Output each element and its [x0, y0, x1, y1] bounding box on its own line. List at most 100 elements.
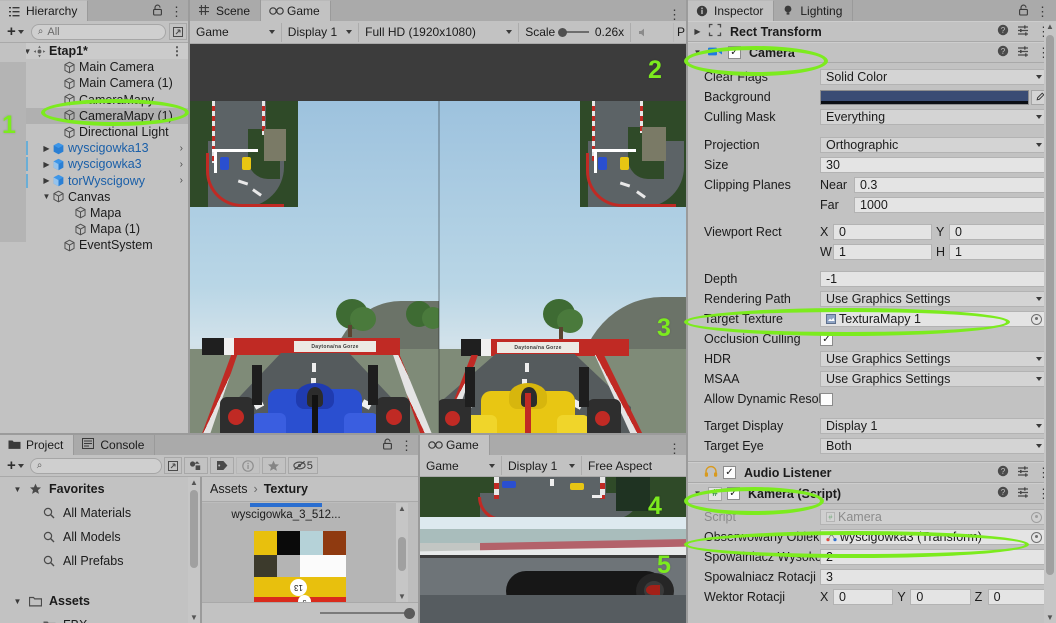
project-tree-item-favorites[interactable]: ▼ Favorites	[0, 477, 200, 501]
tab-scene[interactable]: Scene	[190, 0, 262, 21]
search-by-type-icon[interactable]	[183, 457, 208, 474]
scale-slider-track[interactable]	[558, 27, 589, 37]
game-display-dropdown[interactable]: Display 1	[282, 22, 360, 42]
breadcrumb-assets[interactable]: Assets	[210, 482, 248, 496]
size-input[interactable]: 30	[820, 157, 1048, 173]
hierarchy-item-eventsystem[interactable]: ▸ EventSystem	[0, 237, 190, 253]
inspector-scrollbar[interactable]: ▲ ▼	[1044, 21, 1056, 623]
tab-game-secondary[interactable]: Game	[420, 434, 490, 455]
clear-flags-dropdown[interactable]: Solid Color	[820, 69, 1048, 85]
divider-top-bottom[interactable]	[0, 433, 688, 435]
project-tree-item-assets[interactable]: ▼ Assets	[0, 589, 200, 613]
inspector-scrollbar-thumb[interactable]	[1046, 35, 1054, 575]
preset-icon[interactable]	[1017, 486, 1029, 501]
chevron-right-icon[interactable]: ▶	[692, 27, 703, 36]
hierarchy-item-mapa[interactable]: ▸ Mapa	[0, 205, 190, 221]
lock-icon[interactable]	[152, 4, 163, 19]
game-mute-audio-button[interactable]	[631, 22, 674, 42]
lock-icon[interactable]	[382, 438, 393, 453]
kebab-menu-icon[interactable]: ⋮	[668, 8, 681, 21]
kebab-menu-icon[interactable]: ⋮	[668, 442, 681, 455]
hierarchy-item-directional-light[interactable]: ▸ Directional Light	[0, 124, 190, 140]
tab-inspector[interactable]: Inspector	[688, 0, 775, 21]
game-secondary-viewport[interactable]	[420, 477, 688, 623]
asset-grid[interactable]: wyscigowka_3_512... 13 3 ▲ ▼	[202, 503, 408, 602]
inspector-kamera-script-header[interactable]: ▼ # ✓ Kamera (Script) ? ⋮	[688, 483, 1056, 504]
viewport-w-input[interactable]: 1	[833, 244, 932, 260]
chevron-down-icon[interactable]: ▼	[692, 48, 703, 57]
scale-slider-knob[interactable]	[558, 27, 568, 37]
lock-icon[interactable]	[1018, 4, 1029, 19]
help-icon[interactable]: ?	[997, 45, 1009, 60]
preset-icon[interactable]	[1017, 465, 1029, 480]
far-input[interactable]: 1000	[854, 197, 1048, 213]
game-scale-slider[interactable]: Scale 0.26x	[519, 22, 632, 42]
tab-game[interactable]: Game	[261, 0, 331, 21]
background-color-swatch[interactable]	[820, 89, 1029, 105]
kamera-script-enabled-checkbox[interactable]: ✓	[727, 487, 740, 500]
tab-lighting[interactable]: Lighting	[774, 0, 854, 21]
hierarchy-item-cameramapy-1[interactable]: ▸ CameraMapy (1)	[0, 107, 190, 124]
favorite-star-icon[interactable]	[261, 457, 286, 474]
occlusion-culling-checkbox[interactable]: ✓	[820, 332, 833, 346]
hdr-dropdown[interactable]: Use Graphics Settings	[820, 351, 1048, 367]
scroll-up-arrow[interactable]: ▲	[190, 478, 198, 487]
hierarchy-scene-row[interactable]: ▼ Etap1* ⋮	[0, 43, 190, 60]
project-tree-scrollbar[interactable]: ▲ ▼	[188, 477, 200, 623]
inspector-audio-listener-header[interactable]: ✓ Audio Listener ? ⋮	[688, 462, 1056, 483]
search-scope-icon[interactable]	[163, 457, 182, 474]
tab-console[interactable]: Console	[74, 434, 156, 455]
project-search-input[interactable]: ⌕	[29, 457, 162, 474]
scroll-down-arrow[interactable]: ▼	[398, 592, 406, 601]
help-icon[interactable]: ?	[997, 486, 1009, 501]
project-tree-item-fbx[interactable]: ▸FBX	[0, 613, 200, 623]
chevron-right-icon[interactable]: ▶	[41, 176, 52, 185]
target-display-dropdown[interactable]: Display 1	[820, 418, 1048, 434]
asset-zoom-slider[interactable]	[202, 602, 420, 623]
viewport-y-input[interactable]: 0	[949, 224, 1048, 240]
inspector-camera-component-header[interactable]: ▼ ✓ Camera ? ⋮	[688, 42, 1056, 63]
hidden-packages-icon[interactable]: 5	[287, 457, 318, 474]
chevron-down-icon[interactable]: ▼	[41, 192, 52, 201]
wektor-y-input[interactable]: 0	[910, 589, 971, 605]
game-secondary-display-dropdown[interactable]: Display 1	[502, 456, 582, 475]
spowalniacz-rotacji-input[interactable]: 3	[820, 569, 1048, 585]
wektor-z-input[interactable]: 0	[987, 589, 1048, 605]
create-gameobject-button[interactable]: +	[3, 23, 28, 40]
wektor-x-input[interactable]: 0	[833, 589, 894, 605]
search-filter-icon[interactable]	[169, 23, 187, 40]
kebab-menu-icon[interactable]: ⋮	[400, 439, 413, 452]
near-input[interactable]: 0.3	[854, 177, 1048, 193]
projection-dropdown[interactable]: Orthographic	[820, 137, 1048, 153]
spowalniacz-wysokosci-input[interactable]: 2	[820, 549, 1048, 565]
divider-project-game2[interactable]	[418, 434, 420, 623]
asset-thumbnail[interactable]: 13 3	[254, 531, 346, 602]
preset-icon[interactable]	[1017, 24, 1029, 39]
help-icon[interactable]: ?	[997, 24, 1009, 39]
hierarchy-item-main-camera-1[interactable]: ▸ Main Camera (1)	[0, 75, 190, 91]
asset-zoom-knob[interactable]	[404, 607, 415, 619]
viewport-h-input[interactable]: 1	[949, 244, 1048, 260]
help-icon[interactable]: ?	[997, 465, 1009, 480]
object-picker-icon[interactable]	[1031, 531, 1042, 543]
chevron-right-icon[interactable]: ▶	[41, 160, 52, 169]
scroll-up-arrow[interactable]: ▲	[398, 504, 406, 513]
project-tree-scrollbar-thumb[interactable]	[190, 490, 198, 568]
project-tree-item-all-materials[interactable]: ▸ All Materials	[0, 501, 200, 525]
tab-hierarchy[interactable]: Hierarchy	[0, 0, 89, 21]
project-tree-item-all-prefabs[interactable]: ▸ All Prefabs	[0, 549, 200, 573]
hierarchy-item-main-camera[interactable]: ▸ Main Camera	[0, 59, 190, 75]
scroll-up-arrow[interactable]: ▲	[1046, 22, 1054, 31]
viewport-x-input[interactable]: 0	[833, 224, 932, 240]
target-eye-dropdown[interactable]: Both	[820, 438, 1048, 454]
hierarchy-item-canvas[interactable]: ▼ Canvas	[0, 189, 190, 205]
game-resolution-dropdown[interactable]: Full HD (1920x1080)	[359, 22, 520, 42]
chevron-right-icon[interactable]: ▶	[41, 144, 52, 153]
hierarchy-search-input[interactable]: ⌕ All	[30, 23, 166, 40]
scroll-down-arrow[interactable]: ▼	[190, 613, 198, 622]
culling-mask-dropdown[interactable]: Everything	[820, 109, 1048, 125]
tab-project[interactable]: Project	[0, 434, 75, 455]
info-icon[interactable]	[235, 457, 260, 474]
allow-dynamic-resolution-checkbox[interactable]	[820, 392, 833, 406]
preset-icon[interactable]	[1017, 45, 1029, 60]
